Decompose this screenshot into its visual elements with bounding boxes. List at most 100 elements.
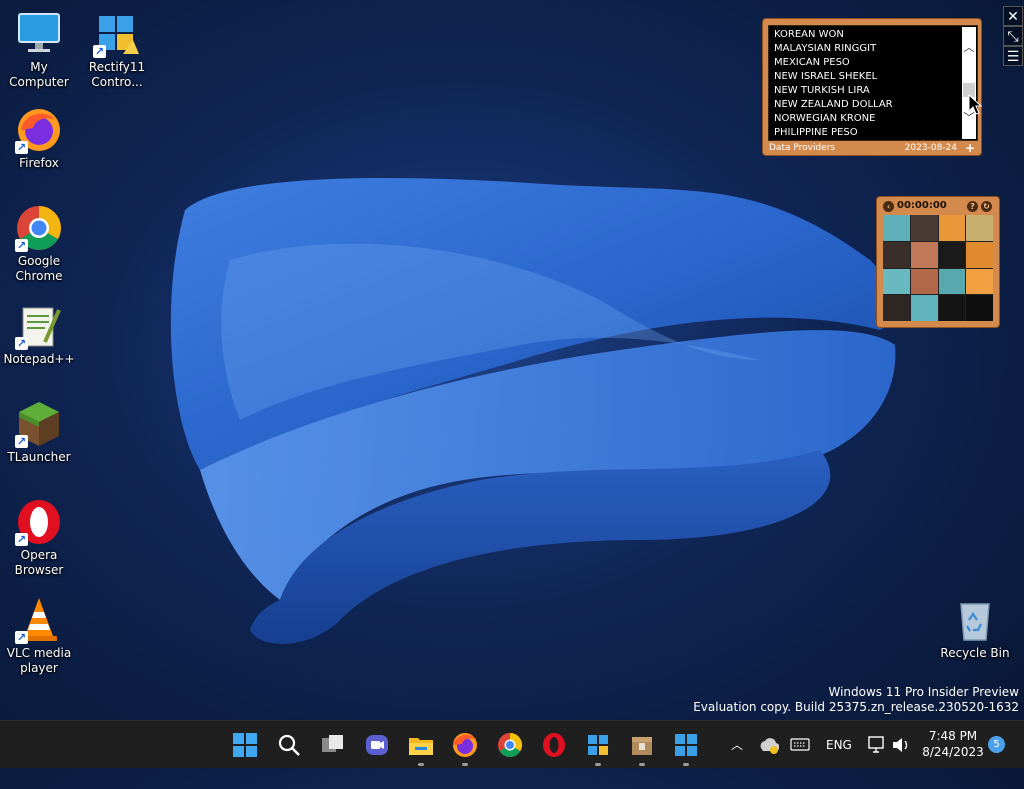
search-icon bbox=[278, 734, 300, 756]
taskbar-file-explorer[interactable] bbox=[405, 729, 437, 766]
shuffle-icon[interactable]: ↻ bbox=[981, 201, 992, 212]
puzzle-grid[interactable] bbox=[883, 215, 993, 321]
data-providers-link[interactable]: Data Providers bbox=[769, 141, 835, 155]
puzzle-tile[interactable] bbox=[883, 268, 910, 295]
taskbar-windows-app[interactable] bbox=[670, 729, 702, 766]
puzzle-tile[interactable] bbox=[910, 268, 938, 295]
puzzle-tile[interactable] bbox=[966, 268, 993, 295]
puzzle-tile[interactable] bbox=[938, 268, 966, 295]
desktop-icon-chrome[interactable]: ↗ Google Chrome bbox=[1, 204, 77, 284]
currency-item[interactable]: PHILIPPINE PESO bbox=[769, 126, 893, 140]
desktop-icon-label: Firefox bbox=[19, 156, 59, 170]
shortcut-arrow-icon: ↗ bbox=[15, 631, 28, 644]
currency-item[interactable]: NEW ZEALAND DOLLAR bbox=[769, 98, 893, 112]
desktop-icon-notepadpp[interactable]: ↗ Notepad++ bbox=[1, 302, 77, 367]
gadget-size-button[interactable]: ⤡ bbox=[1003, 26, 1023, 46]
puzzle-tile[interactable] bbox=[938, 295, 966, 321]
currency-item[interactable]: KOREAN WON bbox=[769, 28, 893, 42]
currency-item[interactable]: NORWEGIAN KRONE bbox=[769, 112, 893, 126]
currency-date: 2023-08-24 bbox=[904, 143, 957, 153]
back-icon[interactable]: ‹ bbox=[883, 201, 894, 212]
shortcut-arrow-icon: ↗ bbox=[93, 45, 106, 58]
desktop-icon-rectify11[interactable]: ↗ Rectify11 Contro... bbox=[79, 10, 155, 90]
currency-item[interactable]: MALAYSIAN RINGGIT bbox=[769, 42, 893, 56]
desktop-icon-label: Opera Browser bbox=[14, 548, 64, 577]
windows-logo-icon bbox=[233, 733, 257, 757]
tray-network[interactable] bbox=[866, 721, 888, 769]
desktop-icon-label: My Computer bbox=[9, 60, 69, 89]
puzzle-tile[interactable] bbox=[938, 241, 966, 268]
currency-scrollbar[interactable]: ︿ ﹀ bbox=[962, 27, 976, 139]
puzzle-timer: 00:00:00 bbox=[897, 200, 947, 211]
desktop-icon-opera[interactable]: ↗ Opera Browser bbox=[1, 498, 77, 578]
puzzle-toolbar: ‹ 00:00:00 ? ↻ bbox=[881, 199, 995, 213]
currency-item[interactable]: NEW ISRAEL SHEKEL bbox=[769, 70, 893, 84]
package-icon bbox=[632, 737, 652, 755]
monitor-icon bbox=[15, 10, 63, 58]
help-icon[interactable]: ? bbox=[967, 201, 978, 212]
chevron-up-icon: ︿ bbox=[730, 738, 743, 752]
task-view-button[interactable] bbox=[317, 729, 349, 761]
cloud-warning-icon bbox=[760, 738, 780, 754]
add-currency-button[interactable]: + bbox=[965, 141, 975, 155]
shortcut-arrow-icon: ↗ bbox=[15, 141, 28, 154]
tray-language[interactable]: ENG bbox=[826, 721, 854, 769]
puzzle-tile[interactable] bbox=[938, 215, 966, 241]
puzzle-tile[interactable] bbox=[966, 215, 993, 241]
tray-clock[interactable]: 7:48 PM 8/24/2023 bbox=[920, 728, 986, 760]
desktop-icon-label: VLC media player bbox=[6, 646, 72, 675]
start-button[interactable] bbox=[229, 729, 261, 761]
opera-icon: ↗ bbox=[15, 498, 63, 546]
notepadpp-icon: ↗ bbox=[15, 302, 63, 350]
folder-icon bbox=[409, 738, 433, 755]
taskbar-opera[interactable] bbox=[538, 729, 570, 761]
desktop-icon-label: Notepad++ bbox=[3, 352, 75, 366]
gadget-close-button[interactable]: ✕ bbox=[1003, 6, 1023, 26]
tray-keyboard[interactable] bbox=[790, 721, 810, 769]
currency-item[interactable]: NEW TURKISH LIRA bbox=[769, 84, 893, 98]
show-hidden-icons-button[interactable]: ︿ bbox=[729, 721, 745, 769]
picture-puzzle-gadget[interactable]: ‹ 00:00:00 ? ↻ bbox=[876, 196, 1000, 328]
puzzle-tile[interactable] bbox=[910, 295, 938, 321]
desktop-icon-tlauncher[interactable]: ↗ TLauncher bbox=[1, 400, 77, 465]
currency-footer: Data Providers 2023-08-24 + bbox=[769, 141, 977, 155]
tray-volume[interactable] bbox=[890, 721, 912, 769]
currency-list[interactable]: KOREAN WON MALAYSIAN RINGGIT MEXICAN PES… bbox=[768, 25, 978, 141]
desktop-icon-recycle-bin[interactable]: Recycle Bin bbox=[937, 596, 1013, 661]
scroll-up-icon[interactable]: ︿ bbox=[962, 41, 976, 55]
puzzle-tile[interactable] bbox=[883, 241, 910, 268]
shortcut-arrow-icon: ↗ bbox=[15, 337, 28, 350]
puzzle-tile[interactable] bbox=[910, 241, 938, 268]
taskbar-chrome[interactable] bbox=[494, 729, 526, 761]
taskbar-firefox[interactable] bbox=[449, 729, 481, 766]
running-indicator bbox=[639, 763, 645, 766]
taskbar-package[interactable] bbox=[626, 729, 658, 766]
network-icon bbox=[868, 736, 884, 753]
taskbar-meet[interactable] bbox=[361, 729, 393, 761]
desktop-icon-my-computer[interactable]: My Computer bbox=[1, 10, 77, 90]
desktop-icon-firefox[interactable]: ↗ Firefox bbox=[1, 106, 77, 171]
taskbar: ︿ ENG 7:48 PM 8/24/2023 bbox=[0, 720, 1024, 768]
running-indicator bbox=[418, 763, 424, 766]
puzzle-tile[interactable] bbox=[883, 215, 910, 241]
tray-onedrive[interactable] bbox=[759, 721, 780, 769]
gadget-drag-handle[interactable]: ☰ bbox=[1003, 46, 1023, 66]
task-view-icon bbox=[322, 735, 343, 752]
puzzle-tile[interactable] bbox=[966, 241, 993, 268]
puzzle-tile[interactable] bbox=[966, 295, 993, 321]
desktop-icon-label: Rectify11 Contro... bbox=[88, 60, 146, 89]
taskbar-rectify11[interactable] bbox=[582, 729, 614, 766]
notification-badge[interactable]: 5 bbox=[988, 736, 1005, 753]
currency-gadget[interactable]: KOREAN WON MALAYSIAN RINGGIT MEXICAN PES… bbox=[762, 18, 982, 156]
desktop-icon-label: Google Chrome bbox=[15, 254, 63, 283]
chrome-icon bbox=[498, 733, 523, 758]
puzzle-tile[interactable] bbox=[883, 295, 910, 321]
puzzle-tile[interactable] bbox=[910, 215, 938, 241]
currency-item[interactable]: MEXICAN PESO bbox=[769, 56, 893, 70]
desktop-icon-vlc[interactable]: ↗ VLC media player bbox=[1, 596, 77, 676]
shortcut-arrow-icon: ↗ bbox=[15, 239, 28, 252]
search-button[interactable] bbox=[273, 729, 305, 761]
running-indicator bbox=[462, 763, 468, 766]
shrink-icon: ⤡ bbox=[1007, 29, 1019, 45]
running-indicator bbox=[595, 763, 601, 766]
